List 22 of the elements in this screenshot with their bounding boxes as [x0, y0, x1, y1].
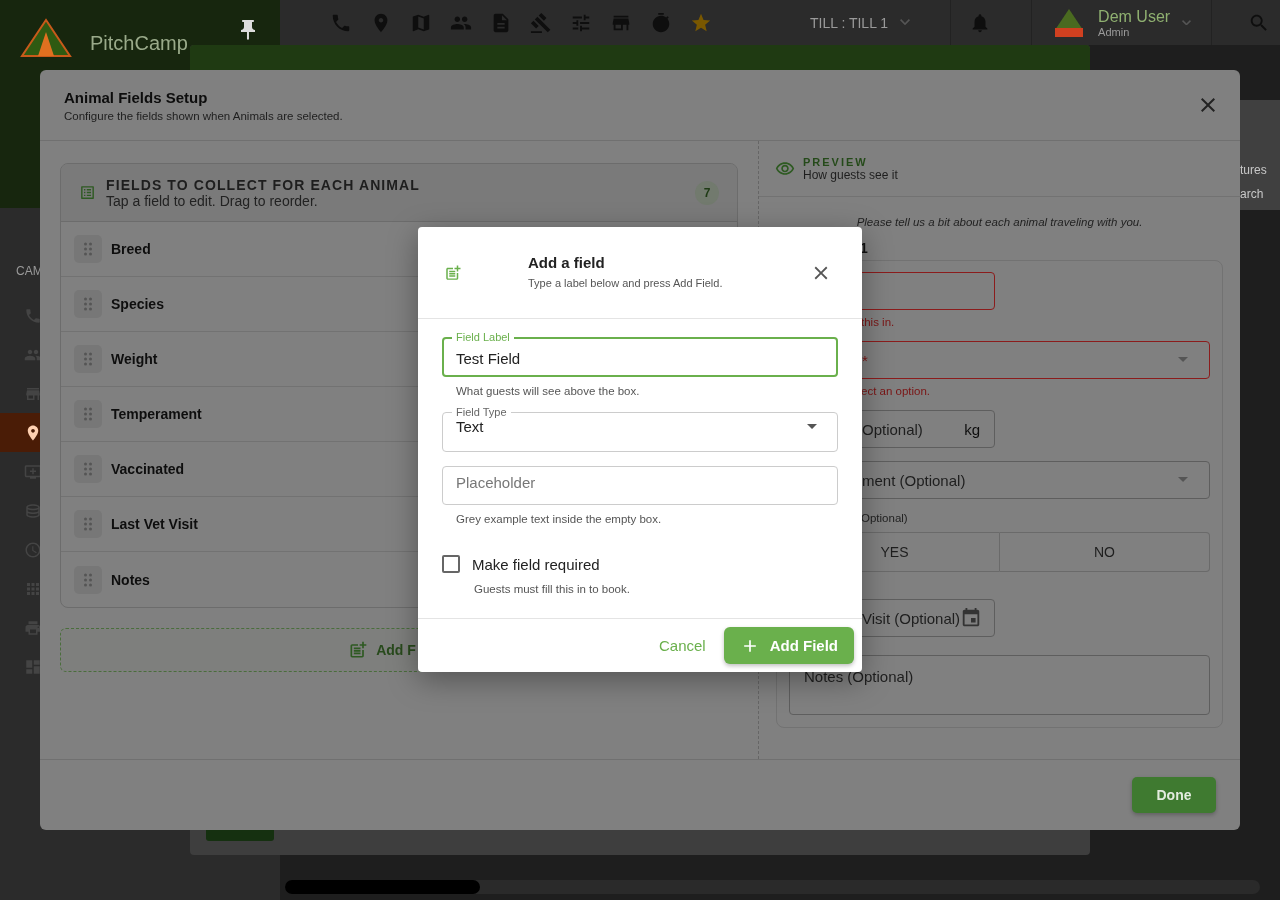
user-name: Dem User [1098, 7, 1171, 26]
count-badge: 7 [695, 180, 719, 205]
helper-text: Grey example text inside the empty box. [456, 513, 663, 525]
panel-text: tures [1240, 163, 1268, 177]
panel-text: arch [1240, 187, 1265, 201]
helper-text: Guests must fill this in to book. [474, 583, 631, 595]
toggle-label: Optional) [861, 512, 909, 524]
card-hint: Tap a field to edit. Drag to reorder. [106, 192, 319, 209]
preview-intro: Please tell us a bit about each animal traveling with you. [855, 216, 1144, 228]
dialog-subtitle: Configure the fields shown when Animals are selected. [64, 109, 344, 122]
checkbox-label: Make field required [472, 555, 600, 573]
preview-heading: PREVIEW [803, 155, 869, 168]
dialog-subtitle: Type a label below and press Add Field. [528, 275, 724, 291]
helper-text: ect an option. [861, 385, 932, 397]
dialog-title: Add a field [528, 252, 606, 273]
helper-text: What guests will see above the box. [456, 385, 641, 397]
dialog-title: Animal Fields Setup [64, 88, 209, 106]
card-heading: FIELDS TO COLLECT FOR EACH ANIMAL [106, 176, 421, 193]
helper-text: this in. [861, 316, 896, 328]
brand-name: PitchCamp [90, 32, 188, 55]
user-role: Admin [1098, 25, 1131, 38]
preview-subheading: How guests see it [803, 167, 898, 182]
